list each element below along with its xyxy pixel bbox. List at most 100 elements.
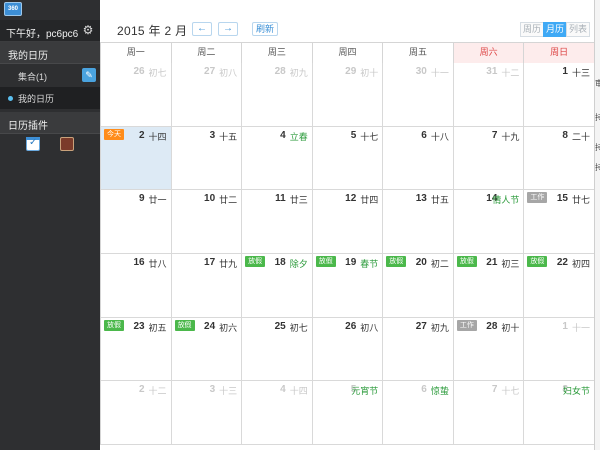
lunar-date: 初九 [430,322,449,333]
lunar-date: 初五 [148,322,167,333]
day-cell[interactable]: 放假 21 初三 [453,254,525,318]
day-cell[interactable]: 放假 24 初六 [171,317,243,382]
day-cell[interactable]: 放假 19 春节 [312,254,384,318]
day-cell[interactable]: 3 十五 [171,126,243,191]
day-number: 18 [274,257,286,268]
prev-month-button[interactable]: ← [192,22,212,36]
day-cell[interactable]: 17 廿九 [171,254,243,318]
workday-badge: 工作 [456,319,477,331]
day-number: 27 [204,66,216,77]
collection-item[interactable]: 集合(1) ✎ [0,65,100,87]
calendar-check-icon[interactable] [26,137,40,151]
day-cell[interactable]: 1 十一 [524,317,595,382]
day-cell[interactable]: 6 惊蛰 [383,381,454,445]
day-cell[interactable]: 16 廿八 [101,254,172,318]
workday-badge: 工作 [527,192,548,204]
holiday-badge: 放假 [527,256,548,267]
day-cell[interactable]: 放假 20 初二 [383,254,454,318]
day-cell[interactable]: 7 十七 [453,381,525,445]
lunar-date: 十九 [501,131,520,142]
day-cell[interactable]: 7 十九 [453,126,525,191]
lunar-date: 廿八 [148,259,167,269]
day-cell[interactable]: 27 初八 [171,63,243,127]
day-cell[interactable]: 30 十一 [383,63,454,127]
day-cell[interactable]: 25 初七 [242,317,313,382]
lunar-date: 十八 [430,131,449,142]
plugins-header-label: 日历插件 [8,121,48,132]
day-cell[interactable]: 28 初九 [242,63,313,127]
day-cell[interactable]: 1 十三 [524,63,595,127]
lunar-date: 十二 [501,68,520,78]
lunar-date: 廿四 [360,195,379,206]
day-cell[interactable]: 29 初十 [312,63,384,127]
greeting-bar: 下午好，pc6pc6 ⚙ [0,20,100,42]
day-cell[interactable]: 26 初八 [312,317,384,382]
day-cell[interactable]: 31 十二 [453,63,525,127]
day-cell[interactable]: 12 廿四 [312,190,384,254]
plugins-header: 日历插件 [0,112,100,134]
day-cell[interactable]: 10 廿二 [171,190,243,254]
day-cell[interactable]: 放假 18 除夕 [242,254,313,318]
refresh-button[interactable]: 刷新 [252,22,278,36]
day-cell[interactable]: 5 元宵节 [312,381,384,445]
edge-glyph: 持 [595,143,600,152]
day-cell[interactable]: 8 妇女节 [524,381,595,445]
day-cell[interactable]: 11 廿三 [242,190,313,254]
edge-glyph: 持 [595,163,600,172]
day-number: 3 [209,384,216,396]
lunar-date: 十三 [571,68,590,78]
day-number: 3 [209,129,216,141]
day-cell[interactable]: 8 二十 [524,126,595,191]
edge-glyph: 审 [595,79,600,88]
day-number: 20 [415,257,427,268]
day-number: 21 [486,257,498,268]
sidebar: 360 下午好，pc6pc6 ⚙ 我的日历 集合(1) ✎ 我的日历 日历插件 [0,0,100,450]
day-cell[interactable]: 4 十四 [242,381,313,445]
day-number: 28 [486,320,498,332]
sidebar-item-my-calendar[interactable]: 我的日历 [0,87,100,109]
day-cell[interactable]: 14 情人节 [453,190,525,254]
window-top-strip [100,0,594,18]
my-calendar-header-label: 我的日历 [8,51,48,62]
tab-list[interactable]: 列表 [566,22,590,37]
holiday-badge: 放假 [315,256,336,267]
day-cell[interactable]: 4 立春 [242,126,313,191]
day-number: 6 [421,129,427,141]
day-number: 1 [562,66,568,77]
day-cell[interactable]: 3 十三 [171,381,243,445]
day-cell[interactable]: 5 十七 [312,126,384,191]
day-cell[interactable]: 6 十八 [383,126,454,191]
day-cell[interactable]: 13 廿五 [383,190,454,254]
day-cell[interactable]: 放假 23 初五 [101,317,172,382]
lunar-date: 廿一 [148,195,167,206]
lunar-date: 二十 [571,131,590,142]
day-number: 15 [556,193,568,205]
day-number: 22 [556,257,568,268]
lunar-date: 十三 [219,386,238,397]
day-cell[interactable]: 26 初七 [101,63,172,127]
day-cell[interactable]: 9 廿一 [101,190,172,254]
day-number: 12 [345,193,357,205]
lunar-date: 初八 [219,68,238,78]
day-cell[interactable]: 工作 28 初十 [453,317,525,382]
day-number: 4 [280,129,286,141]
day-cell[interactable]: 放假 22 初四 [524,254,595,318]
weekday-label: 周五 [383,43,454,63]
day-cell[interactable]: 2 十二 [101,381,172,445]
day-number: 7 [491,129,498,141]
gear-icon[interactable]: ⚙ [82,24,94,36]
festival-label: 除夕 [289,259,308,269]
lunar-date: 十七 [360,131,379,142]
day-cell[interactable]: 27 初九 [383,317,454,382]
edit-pencil-icon[interactable]: ✎ [82,68,96,82]
food-app-icon[interactable] [60,137,74,151]
day-cell[interactable]: 今天 2 十四 [101,126,172,191]
tab-week[interactable]: 周历 [520,22,544,37]
holiday-badge: 放假 [245,256,266,267]
holiday-badge: 放假 [456,256,477,267]
collection-label: 集合(1) [18,72,47,82]
lunar-date: 初七 [148,68,167,78]
next-month-button[interactable]: → [218,22,238,36]
day-cell[interactable]: 工作 15 廿七 [524,190,595,254]
tab-month[interactable]: 月历 [543,22,567,37]
